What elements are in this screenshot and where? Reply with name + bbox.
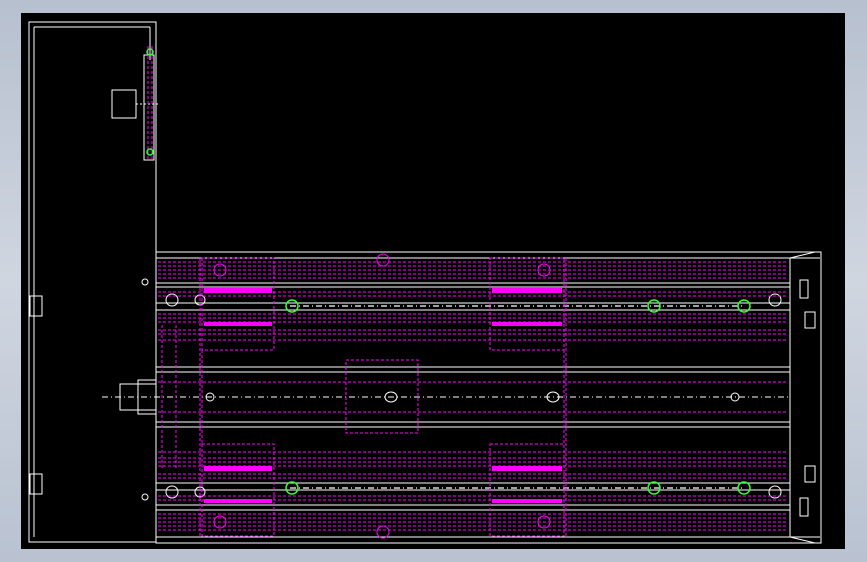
hidden-solid-bars [204,288,562,503]
bolt-hole [737,481,751,495]
side-plate-outer [28,21,157,543]
cad-drawing [28,21,822,544]
outline-geometry [28,21,822,544]
cad-viewport[interactable] [21,13,845,549]
viewer-frame [0,0,867,562]
hidden-circles [213,253,551,539]
carriage-right-upper [489,257,565,351]
motor-mount-block [111,89,137,119]
carriage-left-upper [201,257,275,351]
